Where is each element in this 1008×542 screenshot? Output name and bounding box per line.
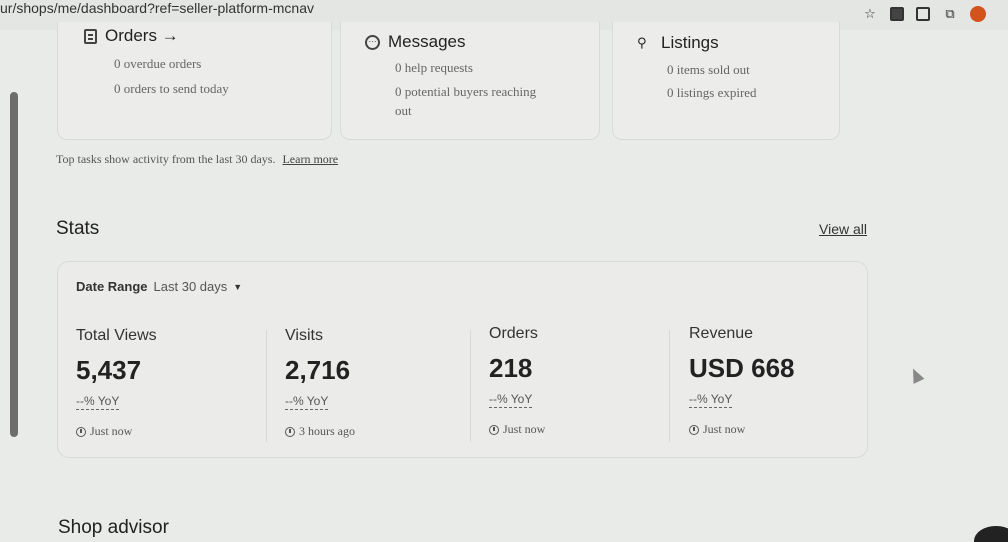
metric-updated: Just now	[489, 422, 545, 437]
divider	[470, 330, 471, 442]
clock-icon	[689, 424, 699, 435]
address-bar-url[interactable]: ur/shops/me/dashboard?ref=seller-platfor…	[0, 0, 314, 16]
learn-more-link[interactable]: Learn more	[282, 152, 338, 166]
date-range-selector[interactable]: Date Range Last 30 days ▼	[76, 279, 242, 294]
stats-title: Stats	[56, 218, 100, 239]
floating-help-button[interactable]	[974, 526, 1008, 542]
shapes-icon: ⚲	[637, 35, 647, 50]
metric-updated: Just now	[76, 424, 157, 439]
document-icon	[84, 28, 97, 44]
metric-label: Orders	[489, 325, 538, 342]
clock-icon	[285, 426, 295, 437]
metric-time: Just now	[703, 422, 746, 436]
scrollbar[interactable]	[10, 92, 18, 437]
clock-icon	[76, 426, 86, 437]
extensions-puzzle-icon[interactable]: ⧉	[942, 6, 958, 22]
metric-yoy[interactable]: --% YoY	[689, 392, 733, 408]
metric-orders[interactable]: Orders 218 --% YoY Just now	[489, 325, 545, 445]
messages-title: Messages	[388, 32, 466, 51]
view-all-link[interactable]: View all	[819, 221, 867, 237]
chat-bubble-icon: ···	[365, 34, 380, 50]
top-tasks-footnote: Top tasks show activity from the last 30…	[56, 152, 338, 167]
metric-updated: Just now	[689, 422, 795, 437]
metric-updated: 3 hours ago	[285, 424, 355, 439]
orders-overdue: 0 overdue orders	[114, 56, 202, 71]
metric-time: Just now	[90, 424, 133, 438]
caret-down-icon: ▼	[233, 281, 243, 292]
extension-2-icon[interactable]	[916, 7, 930, 21]
date-range-label: Date Range	[76, 279, 148, 294]
metric-yoy[interactable]: --% YoY	[489, 392, 533, 408]
metric-yoy[interactable]: --% YoY	[285, 394, 329, 410]
listings-title: Listings	[661, 33, 719, 52]
clock-icon	[489, 424, 499, 435]
star-icon[interactable]: ☆	[862, 6, 878, 22]
mouse-cursor	[907, 366, 925, 384]
orders-to-send: 0 orders to send today	[114, 81, 229, 96]
metric-time: Just now	[503, 422, 546, 436]
orders-task-card[interactable]: Orders → 0 overdue orders 0 orders to se…	[57, 22, 332, 140]
listings-link[interactable]: ⚲ Listings	[637, 33, 719, 53]
metric-value: 218	[489, 353, 533, 383]
metric-revenue[interactable]: Revenue USD 668 --% YoY Just now	[689, 325, 795, 445]
metric-label: Visits	[285, 327, 323, 344]
date-range-value: Last 30 days	[153, 279, 228, 294]
extension-1-icon[interactable]	[890, 7, 904, 21]
metric-time: 3 hours ago	[299, 424, 355, 438]
metric-label: Revenue	[689, 325, 754, 342]
shop-advisor-title: Shop advisor	[58, 517, 169, 538]
metric-label: Total Views	[76, 327, 157, 344]
orders-title: Orders →	[105, 26, 179, 45]
help-requests: 0 help requests	[395, 60, 473, 75]
listings-task-card[interactable]: ⚲ Listings 0 items sold out 0 listings e…	[612, 22, 840, 140]
potential-buyers-cont: out	[395, 103, 412, 118]
items-sold-out: 0 items sold out	[667, 62, 750, 77]
messages-link[interactable]: ··· Messages	[365, 32, 465, 52]
footnote-text: Top tasks show activity from the last 30…	[56, 152, 276, 166]
divider	[669, 330, 670, 442]
profile-avatar[interactable]	[970, 6, 986, 22]
orders-link[interactable]: Orders →	[84, 26, 179, 46]
divider	[266, 330, 267, 442]
metric-value: 5,437	[76, 355, 142, 385]
metric-total-views[interactable]: Total Views 5,437 --% YoY Just now	[76, 327, 157, 447]
metric-value: 2,716	[285, 355, 351, 385]
metric-yoy[interactable]: --% YoY	[76, 394, 120, 410]
potential-buyers: 0 potential buyers reaching	[395, 84, 537, 99]
stats-card: Date Range Last 30 days ▼ Total Views 5,…	[57, 261, 868, 458]
messages-task-card[interactable]: ··· Messages 0 help requests 0 potential…	[340, 22, 600, 140]
listings-expired: 0 listings expired	[667, 85, 757, 100]
metric-visits[interactable]: Visits 2,716 --% YoY 3 hours ago	[285, 327, 355, 447]
browser-icons: ☆ ⧉	[862, 6, 986, 22]
metric-value: USD 668	[689, 353, 795, 383]
